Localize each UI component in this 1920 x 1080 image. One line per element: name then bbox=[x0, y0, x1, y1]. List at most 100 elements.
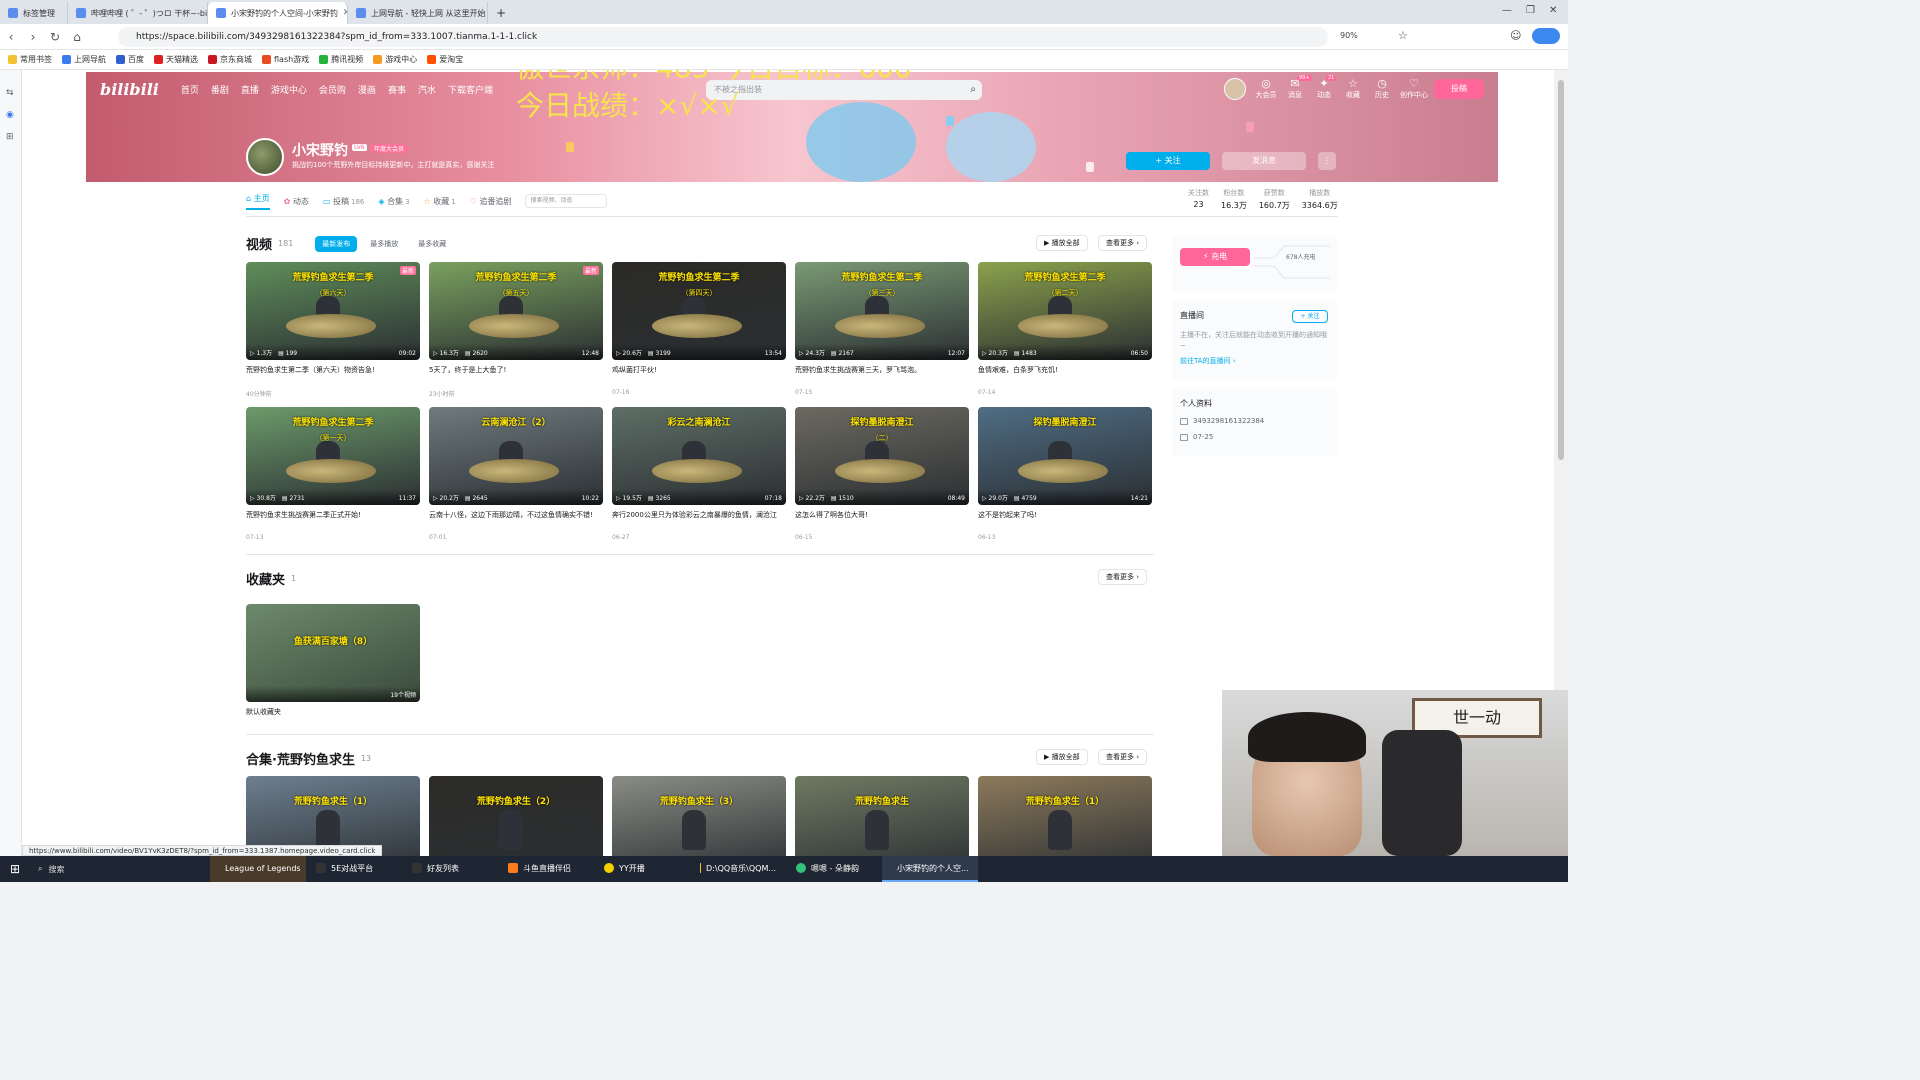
video-card[interactable]: 荒野钓鱼求生第二季 （第五天） 最新 ▷ 16.3万 ▤ 2620 12:48 5天了，终于… bbox=[429, 262, 603, 398]
play-all-button[interactable]: ▶ 播放全部 bbox=[1036, 235, 1088, 251]
collection-card[interactable]: 荒野钓鱼求生（1） bbox=[246, 776, 420, 856]
bookmark-item[interactable]: flash游戏 bbox=[262, 54, 309, 65]
taskbar-search[interactable]: ⌕ 搜索 bbox=[30, 859, 210, 879]
task-music[interactable]: 嗯嗯 - 朵静韵 bbox=[786, 856, 882, 882]
zoom-level[interactable]: 90% bbox=[1340, 31, 1358, 40]
video-thumbnail[interactable]: 探钓墨脱南澄江 ▷ 29.0万 ▤ 4759 14:21 bbox=[978, 407, 1152, 505]
task-yy[interactable]: YY开播 bbox=[594, 856, 690, 882]
favorite-folder-card[interactable]: 鱼获满百家塘（8） 19个视频 默认收藏夹 bbox=[246, 604, 420, 717]
browser-tab[interactable]: 上网导航 - 轻快上网 从这里开始✕ bbox=[348, 2, 488, 24]
home-icon[interactable]: ⌂ bbox=[66, 30, 88, 44]
video-thumbnail[interactable]: 荒野钓鱼求生第二季 （第三天） ▷ 24.3万 ▤ 2167 12:07 bbox=[795, 262, 969, 360]
close-window-icon[interactable]: ✕ bbox=[1549, 5, 1557, 16]
video-title[interactable]: 鸡纵菌打平伙! bbox=[612, 365, 786, 375]
charge-button[interactable]: ⚡ 充电 bbox=[1180, 248, 1250, 266]
bookmark-item[interactable]: 天猫精选 bbox=[154, 54, 198, 65]
top-icon-vip[interactable]: ◎ 大会员 bbox=[1254, 78, 1278, 100]
follow-button[interactable]: + 关注 bbox=[1126, 152, 1210, 170]
search-icon[interactable]: ⌕ bbox=[970, 80, 976, 100]
sidebar-search-icon[interactable]: ◉ bbox=[6, 110, 14, 120]
bookmark-item[interactable]: 常用书签 bbox=[8, 54, 52, 65]
nav-item[interactable]: 会员购 bbox=[319, 83, 346, 96]
top-icon-favorites[interactable]: ☆ 收藏 bbox=[1341, 78, 1365, 100]
video-card[interactable]: 探钓墨脱南澄江 ▷ 29.0万 ▤ 4759 14:21 这不是钓起来了吗! 06-13 bbox=[978, 407, 1152, 541]
folder-title[interactable]: 默认收藏夹 bbox=[246, 707, 420, 717]
video-title[interactable]: 云南十八怪，这边下雨那边晴，不过这鱼情确实不错! bbox=[429, 510, 603, 520]
video-thumbnail[interactable]: 荒野钓鱼求生第二季 （第二天） ▷ 20.3万 ▤ 1483 06:50 bbox=[978, 262, 1152, 360]
task-friends[interactable]: 好友列表 bbox=[402, 856, 498, 882]
bookmark-item[interactable]: 上网导航 bbox=[62, 54, 106, 65]
message-button[interactable]: 发消息 bbox=[1222, 152, 1306, 170]
tab-favorites[interactable]: ☆ 收藏 1 bbox=[424, 196, 456, 207]
tab-bangumi[interactable]: ♡ 追番追剧 bbox=[470, 196, 512, 207]
bookmark-item[interactable]: 爱淘宝 bbox=[427, 54, 463, 65]
header-avatar[interactable] bbox=[1224, 78, 1246, 100]
tab-collections[interactable]: ◈ 合集 3 bbox=[378, 196, 409, 207]
url-input[interactable]: https://space.bilibili.com/3493298161322… bbox=[118, 27, 1328, 47]
stat-followers[interactable]: 粉丝数 16.3万 bbox=[1221, 188, 1247, 211]
sidebar-tools-icon[interactable]: ⇆ bbox=[6, 88, 14, 98]
bookmark-item[interactable]: 京东商城 bbox=[208, 54, 252, 65]
top-icon-messages[interactable]: ✉ 99+ 消息 bbox=[1283, 75, 1312, 100]
sort-most-favorited[interactable]: 最多收藏 bbox=[411, 236, 453, 252]
video-thumbnail[interactable]: 荒野钓鱼求生第二季 （第四天） ▷ 20.6万 ▤ 3199 13:54 bbox=[612, 262, 786, 360]
video-title[interactable]: 这怎么得了啊各位大哥! bbox=[795, 510, 969, 520]
video-thumbnail[interactable]: 荒野钓鱼求生第二季 （第一天） ▷ 30.8万 ▤ 2731 11:37 bbox=[246, 407, 420, 505]
top-icon-creator[interactable]: ♡ 创作中心 bbox=[1399, 78, 1429, 100]
task-league[interactable]: League of Legends bbox=[210, 856, 306, 882]
video-title[interactable]: 奔行2000公里只为体验彩云之南暴爆的鱼情，澜沧江 bbox=[612, 510, 786, 520]
collection-thumbnail[interactable]: 荒野钓鱼求生（1） bbox=[246, 776, 420, 856]
browser-tab[interactable]: 哔哩哔哩 ( ゜- ゜)つロ 干杯~-bili✕ bbox=[68, 2, 208, 24]
browser-tab-active[interactable]: 小宋野钓的个人空间-小宋野钓✕ bbox=[208, 2, 348, 24]
maximize-icon[interactable]: ❐ bbox=[1526, 5, 1535, 16]
video-card[interactable]: 荒野钓鱼求生第二季 （第一天） ▷ 30.8万 ▤ 2731 11:37 荒野钓鱼求生挑战… bbox=[246, 407, 420, 541]
nav-item[interactable]: 汽水 bbox=[418, 83, 436, 96]
tab-dynamic[interactable]: ✿ 动态 bbox=[284, 196, 309, 207]
video-card[interactable]: 荒野钓鱼求生第二季 （第二天） ▷ 20.3万 ▤ 1483 06:50 鱼情艰难，白条罗… bbox=[978, 262, 1152, 396]
task-folder[interactable]: D:\QQ音乐\QQM... bbox=[690, 856, 786, 882]
task-5e[interactable]: 5E对战平台 bbox=[306, 856, 402, 882]
collection-thumbnail[interactable]: 荒野钓鱼求生（3） bbox=[612, 776, 786, 856]
minimize-icon[interactable]: — bbox=[1502, 5, 1512, 16]
video-card[interactable]: 荒野钓鱼求生第二季 （第三天） ▷ 24.3万 ▤ 2167 12:07 荒野钓鱼求生挑战… bbox=[795, 262, 969, 396]
top-icon-dynamic[interactable]: ✦ 21 动态 bbox=[1312, 75, 1337, 100]
profile-avatar[interactable] bbox=[246, 138, 284, 176]
user-icon[interactable]: ☺ bbox=[1510, 29, 1521, 42]
tab-home[interactable]: ⌂ 主页 bbox=[246, 193, 270, 210]
collection-more-button[interactable]: 查看更多 › bbox=[1098, 749, 1148, 765]
upload-button[interactable]: 投稿 bbox=[1434, 79, 1484, 99]
video-card[interactable]: 荒野钓鱼求生第二季 （第四天） ▷ 20.6万 ▤ 3199 13:54 鸡纵菌打平伙! 0… bbox=[612, 262, 786, 396]
top-icon-history[interactable]: ◷ 历史 bbox=[1370, 78, 1394, 100]
nav-item[interactable]: 番剧 bbox=[211, 83, 229, 96]
cloud-icon[interactable] bbox=[1532, 28, 1560, 44]
nav-item[interactable]: 下载客户端 bbox=[448, 83, 493, 96]
sort-latest[interactable]: 最新发布 bbox=[315, 235, 358, 252]
videos-more-button[interactable]: 查看更多 › bbox=[1098, 235, 1148, 251]
bookmark-item[interactable]: 腾讯视频 bbox=[319, 54, 363, 65]
stat-following[interactable]: 关注数 23 bbox=[1188, 188, 1209, 211]
tab-uploads[interactable]: ▭ 投稿 186 bbox=[323, 196, 364, 207]
video-title[interactable]: 5天了，终于是上大鱼了! bbox=[429, 365, 603, 375]
nav-item[interactable]: 漫画 bbox=[358, 83, 376, 96]
video-thumbnail[interactable]: 云南澜沧江（2） ▷ 20.2万 ▤ 2645 10:22 bbox=[429, 407, 603, 505]
back-icon[interactable]: ‹ bbox=[0, 30, 22, 44]
collection-card[interactable]: 荒野钓鱼求生（3） bbox=[612, 776, 786, 856]
folder-thumbnail[interactable]: 鱼获满百家塘（8） 19个视频 bbox=[246, 604, 420, 702]
sort-most-played[interactable]: 最多播放 bbox=[363, 236, 405, 252]
live-follow-button[interactable]: + 关注 bbox=[1292, 310, 1328, 323]
task-browser[interactable]: 小宋野钓的个人空... bbox=[882, 856, 978, 882]
video-title[interactable]: 荒野钓鱼求生挑战赛第三天，罗飞骂泡。 bbox=[795, 365, 969, 375]
scrollbar-thumb[interactable] bbox=[1558, 80, 1564, 460]
collection-card[interactable]: 荒野钓鱼求生（2） bbox=[429, 776, 603, 856]
collection-thumbnail[interactable]: 荒野钓鱼求生（2） bbox=[429, 776, 603, 856]
video-thumbnail[interactable]: 荒野钓鱼求生第二季 （第六天） 最新 ▷ 1.3万 ▤ 199 09:02 bbox=[246, 262, 420, 360]
collection-thumbnail[interactable]: 荒野钓鱼求生 bbox=[795, 776, 969, 856]
video-thumbnail[interactable]: 彩云之南澜沧江 ▷ 19.5万 ▤ 3265 07:18 bbox=[612, 407, 786, 505]
space-search-input[interactable]: 搜索视频、动态 bbox=[525, 194, 608, 208]
star-icon[interactable]: ☆ bbox=[1398, 29, 1408, 42]
video-card[interactable]: 探钓墨脱南澄江 （二） ▷ 22.2万 ▤ 1510 08:49 这怎么得了啊各位大哥! 0… bbox=[795, 407, 969, 541]
favorites-more-button[interactable]: 查看更多 › bbox=[1098, 569, 1148, 585]
browser-tab[interactable]: 标签管理 bbox=[0, 2, 68, 24]
task-douyu[interactable]: 斗鱼直播伴侣 bbox=[498, 856, 594, 882]
video-title[interactable]: 荒野钓鱼求生第二季（第六天）物资告急! bbox=[246, 365, 420, 375]
